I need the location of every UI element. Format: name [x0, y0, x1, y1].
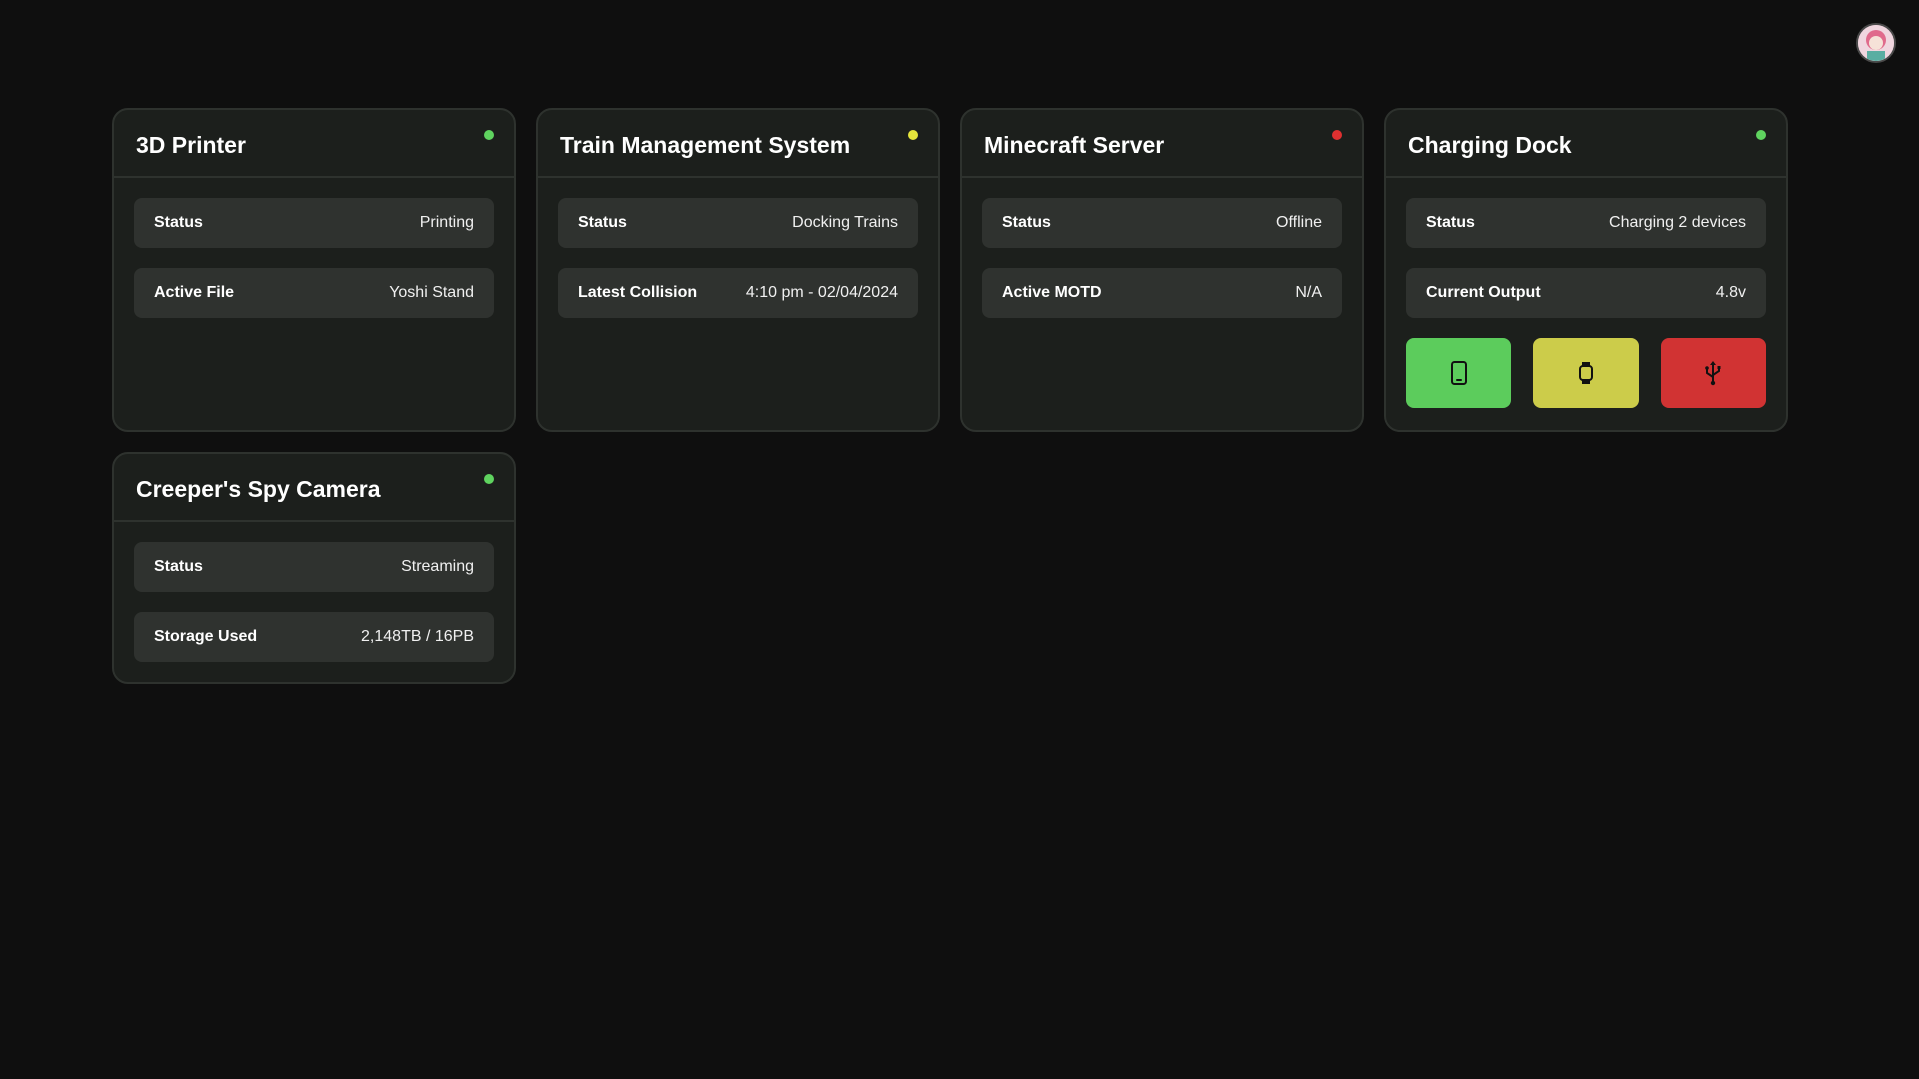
card-creepers-spy-camera: Creeper's Spy Camera Status Streaming St…: [112, 452, 516, 684]
row-value: 2,148TB / 16PB: [361, 628, 474, 645]
card-header: Charging Dock: [1386, 110, 1786, 178]
card-rows: Status Streaming Storage Used 2,148TB / …: [114, 522, 514, 662]
avatar-image: [1858, 25, 1894, 61]
row-value: Yoshi Stand: [389, 284, 474, 301]
info-row: Status Streaming: [134, 542, 494, 592]
row-value: Streaming: [401, 558, 474, 575]
status-dot: [484, 474, 494, 484]
card-header: Train Management System: [538, 110, 938, 178]
phone-icon: [1450, 361, 1467, 385]
card-minecraft-server: Minecraft Server Status Offline Active M…: [960, 108, 1364, 432]
card-rows: Status Printing Active File Yoshi Stand: [114, 178, 514, 318]
info-row: Latest Collision 4:10 pm - 02/04/2024: [558, 268, 918, 318]
usb-button[interactable]: [1660, 338, 1766, 408]
info-row: Status Charging 2 devices: [1406, 198, 1766, 248]
watch-button[interactable]: [1533, 338, 1639, 408]
status-dot: [484, 130, 494, 140]
row-value: Charging 2 devices: [1609, 214, 1746, 231]
card-rows: Status Offline Active MOTD N/A: [962, 178, 1362, 318]
watch-icon: [1578, 362, 1593, 384]
row-label: Current Output: [1426, 284, 1541, 301]
phone-button[interactable]: [1406, 338, 1512, 408]
row-label: Status: [578, 214, 627, 231]
row-value: 4:10 pm - 02/04/2024: [745, 284, 898, 301]
avatar[interactable]: [1856, 23, 1896, 63]
card-3d-printer: 3D Printer Status Printing Active File Y…: [112, 108, 516, 432]
row-label: Active File: [154, 284, 235, 301]
card-charging-dock: Charging Dock Status Charging 2 devices …: [1384, 108, 1788, 432]
row-value: Offline: [1276, 214, 1322, 231]
card-header: Creeper's Spy Camera: [114, 454, 514, 522]
row-label: Latest Collision: [578, 284, 698, 301]
info-row: Active MOTD N/A: [982, 268, 1342, 318]
row-value: 4.8v: [1715, 284, 1746, 301]
info-row: Status Printing: [134, 198, 494, 248]
row-value: Docking Trains: [792, 214, 898, 231]
device-buttons: [1386, 318, 1786, 408]
info-row: Active File Yoshi Stand: [134, 268, 494, 318]
info-row: Status Docking Trains: [558, 198, 918, 248]
card-title: Creeper's Spy Camera: [136, 476, 381, 502]
info-row: Storage Used 2,148TB / 16PB: [134, 612, 494, 662]
info-row: Current Output 4.8v: [1406, 268, 1766, 318]
card-title: Train Management System: [560, 132, 851, 158]
usb-icon: [1705, 361, 1721, 386]
card-header: Minecraft Server: [962, 110, 1362, 178]
row-label: Active MOTD: [1002, 284, 1102, 301]
row-label: Status: [154, 214, 203, 231]
row-label: Storage Used: [154, 628, 258, 645]
row-label: Status: [154, 558, 203, 575]
card-rows: Status Docking Trains Latest Collision 4…: [538, 178, 938, 318]
card-title: Charging Dock: [1408, 132, 1572, 158]
row-label: Status: [1426, 214, 1475, 231]
info-row: Status Offline: [982, 198, 1342, 248]
card-header: 3D Printer: [114, 110, 514, 178]
row-value: N/A: [1295, 284, 1322, 301]
card-rows: Status Charging 2 devices Current Output…: [1386, 178, 1786, 318]
device-grid: 3D Printer Status Printing Active File Y…: [112, 108, 1788, 684]
card-title: Minecraft Server: [984, 132, 1165, 158]
row-label: Status: [1002, 214, 1051, 231]
status-dot: [1756, 130, 1766, 140]
status-dot: [908, 130, 918, 140]
card-train-management-system: Train Management System Status Docking T…: [536, 108, 940, 432]
card-title: 3D Printer: [136, 132, 246, 158]
row-value: Printing: [419, 214, 474, 231]
status-dot: [1332, 130, 1342, 140]
